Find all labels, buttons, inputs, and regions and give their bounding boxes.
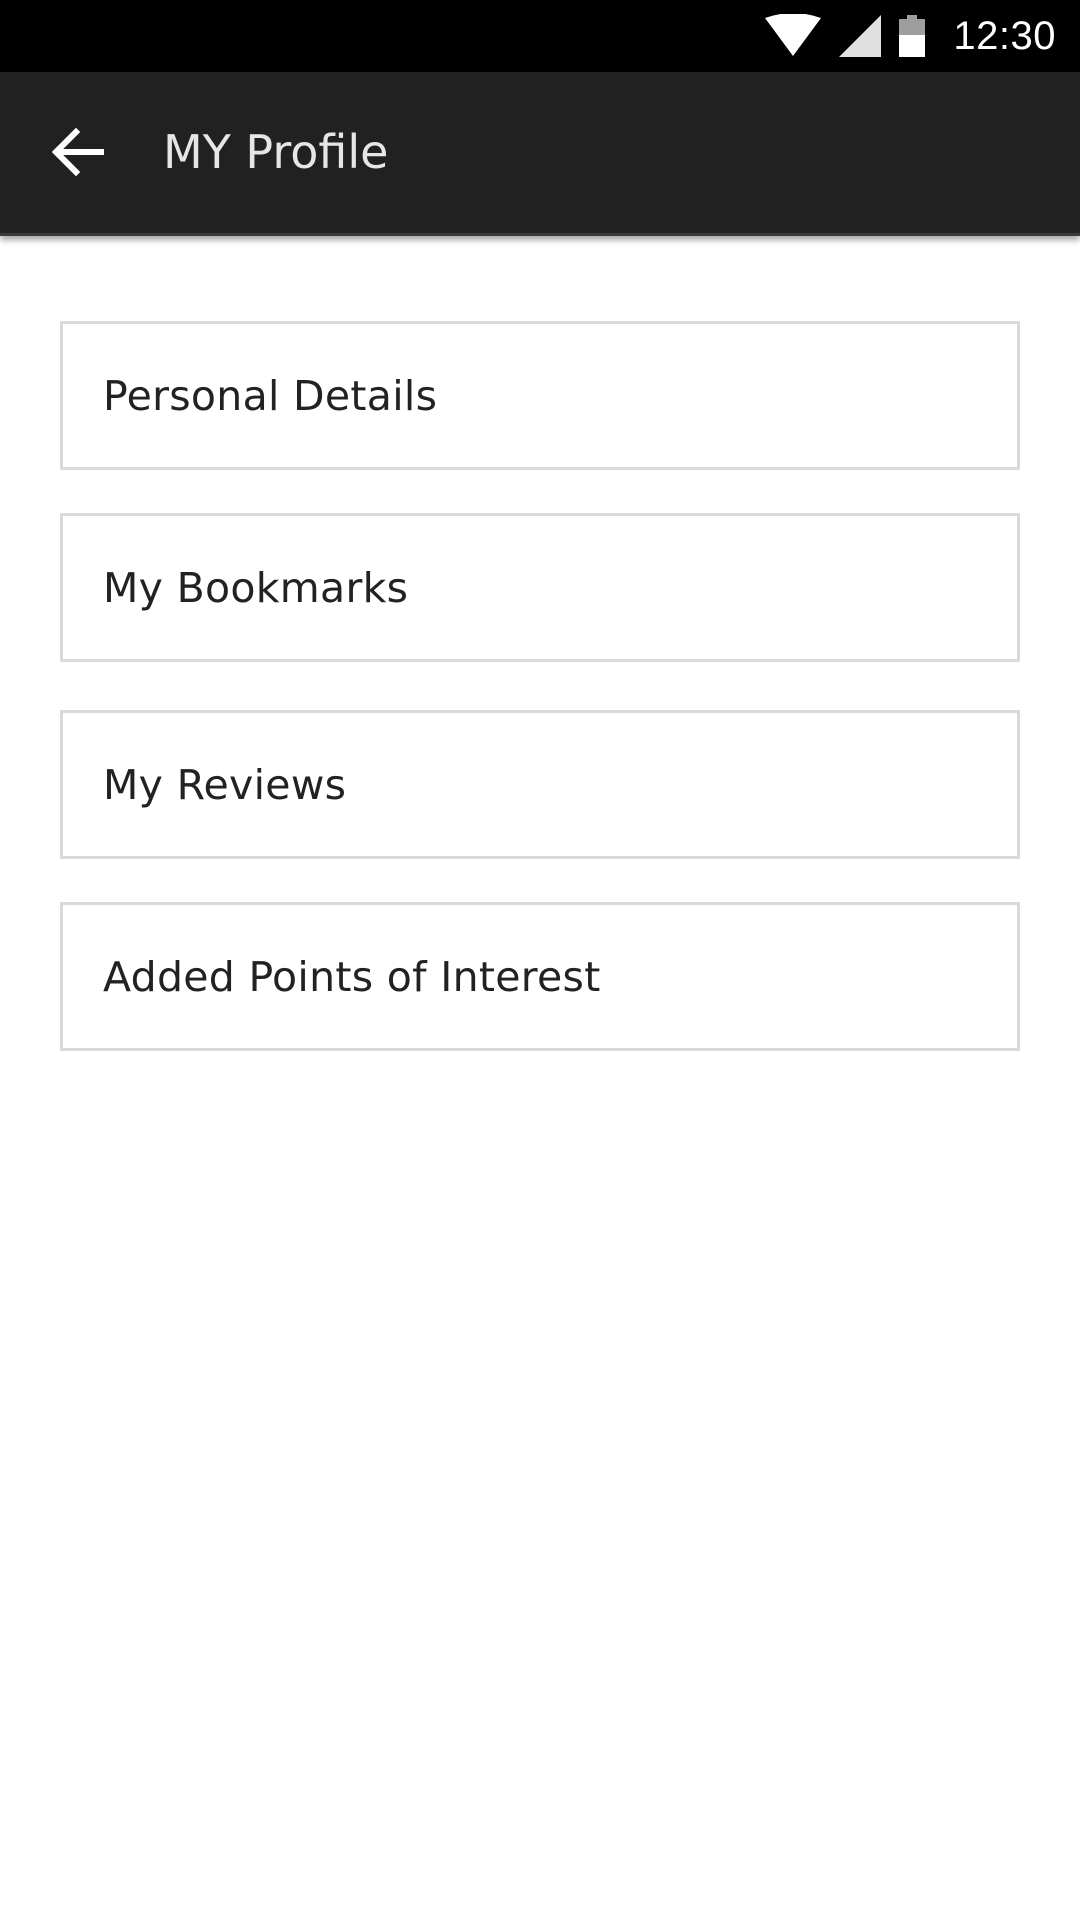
back-button[interactable] (36, 116, 120, 192)
wifi-icon (765, 14, 822, 58)
status-bar: 12:30 (0, 0, 1080, 72)
menu-item-my-reviews[interactable]: My Reviews (60, 710, 1020, 859)
menu-item-label: Added Points of Interest (103, 952, 601, 1001)
signal-icon (839, 15, 882, 57)
page-title: MY Profile (163, 125, 389, 179)
menu-item-my-bookmarks[interactable]: My Bookmarks (60, 513, 1020, 662)
menu-item-label: Personal Details (103, 371, 438, 420)
menu-item-added-points-of-interest[interactable]: Added Points of Interest (60, 902, 1020, 1051)
app-bar: MY Profile (0, 72, 1080, 236)
status-time: 12:30 (953, 13, 1056, 58)
status-icons: 12:30 (765, 0, 1056, 72)
arrow-left-icon (51, 127, 105, 180)
menu-item-personal-details[interactable]: Personal Details (60, 321, 1020, 470)
menu-item-label: My Bookmarks (103, 563, 409, 612)
battery-icon (899, 15, 926, 57)
menu-item-label: My Reviews (103, 760, 347, 809)
profile-menu-list: Personal Details My Bookmarks My Reviews… (60, 321, 1020, 1051)
